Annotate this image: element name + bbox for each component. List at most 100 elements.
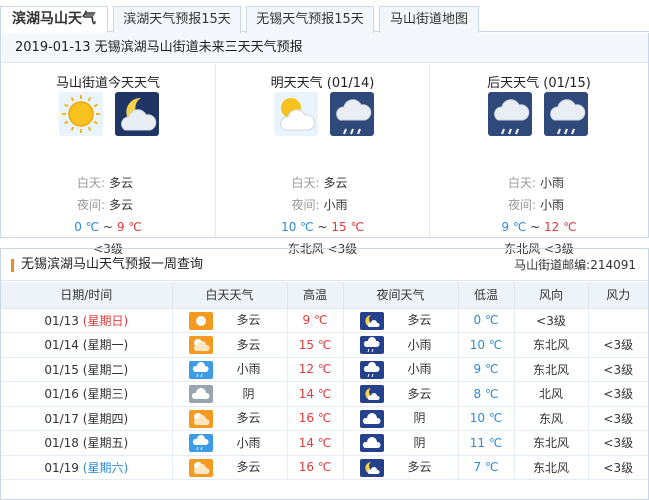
day-weather: 小雨 [540,176,565,190]
day-label: 白天: [291,176,320,190]
header-wind-dir: 风向 [514,282,589,309]
wind-direction: 东北风 [514,332,589,358]
rain-cloud-icon [488,92,532,136]
night-weather-cell: 多云 [343,308,459,333]
wind-direction: 东北风 [514,357,589,382]
date-cell: 01/18 (星期五) [1,430,173,456]
night-label: 夜间: [291,198,320,212]
accent-bar [11,259,14,272]
date-cell: 01/13 (星期日) [1,308,173,333]
header-night-weather: 夜间天气 [343,282,459,309]
high-temp: 15 ℃ [287,332,344,358]
day-weather-cell: 小雨 [172,357,288,382]
date-cell: 01/14 (星期一) [1,332,173,358]
night-weather: 阴 [413,435,426,450]
date: 01/15 [44,362,79,377]
day-weather: 阴 [242,386,255,401]
day-weather: 小雨 [236,362,261,376]
sun-cloud-icon [188,409,213,428]
header-low: 低温 [458,282,515,309]
night-weather: 小雨 [323,198,348,212]
day-weather-cell: 多云 [172,308,288,333]
wind-force: <3级 [588,357,648,382]
sun-cloud-icon [274,92,318,136]
temp-separator: ~ [530,220,541,234]
postcode-label: 马山街道邮编: [514,258,591,272]
header-date: 日期/时间 [1,282,173,309]
date: 01/18 [44,436,79,451]
wind-direction: 东风 [514,406,589,431]
low-temp: 0 ℃ [74,220,100,234]
wind-direction: 东北风 [514,455,589,480]
tab-binhu-15day[interactable]: 滨湖天气预报15天 [113,6,241,33]
night-weather-cell: 小雨 [343,332,459,358]
moon-cloud-icon [115,92,159,136]
rain-cloud-icon [188,434,213,452]
sun-icon [188,311,213,330]
table-row: 01/17 (星期四) 多云 16 ℃ 阴 10 ℃ 东风 <3级 [1,406,648,431]
date-cell: 01/17 (星期四) [1,406,173,431]
weekly-title: 无锡滨湖马山天气预报一周查询 [21,257,204,272]
three-day-forecast-panel: 2019-01-13 无锡滨湖马山街道未来三天天气预报 马山街道今天天气 白天:… [0,33,649,256]
high-temp: 9 ℃ [287,308,344,333]
date-cell: 01/15 (星期二) [1,357,173,382]
rain-cloud-icon [188,360,213,379]
tab-mashan-weather[interactable]: 滨湖马山天气 [0,6,108,34]
sun-icon [59,92,103,136]
weekly-title-bar: 无锡滨湖马山天气预报一周查询 马山街道邮编:214091 [1,249,648,281]
rain-cloud-icon [544,92,588,136]
low-temp: 10 ℃ [458,332,515,358]
tab-wuxi-15day[interactable]: 无锡天气预报15天 [246,6,374,33]
col-heading: 明天天气 (01/14) [270,76,375,91]
table-row: 01/19 (星期六) 多云 16 ℃ 多云 7 ℃ 东北风 <3级 [1,455,648,480]
night-weather: 多云 [407,386,432,401]
wind-direction: <3级 [514,308,589,333]
moon-cloud-icon [359,311,384,330]
wind-force: <3级 [588,455,648,480]
low-temp: 7 ℃ [458,455,515,480]
wind-force: <3级 [588,406,648,431]
day-weather-cell: 多云 [172,406,288,431]
col-heading: 后天天气 (01/15) [487,76,591,91]
table-row: 01/13 (星期日) 多云 9 ℃ 多云 0 ℃ <3级 [1,308,648,333]
table-row: 01/16 (星期三) 阴 14 ℃ 多云 8 ℃ 北风 <3级 [1,381,648,407]
night-weather-cell: 阴 [343,406,459,431]
day-weather-cell: 阴 [172,381,288,407]
weekday: (星期五) [82,436,129,451]
day-weather: 小雨 [236,435,261,450]
overcast-icon [359,434,384,452]
table-header: 日期/时间 白天天气 高温 夜间天气 低温 风向 风力 [1,282,648,309]
night-weather: 多云 [407,460,432,474]
high-temp: 12 ℃ [287,357,344,382]
weekday: (星期一) [82,338,129,353]
day-weather: 多云 [323,176,348,190]
night-weather: 多云 [407,313,432,327]
night-weather: 多云 [109,198,134,212]
day-weather-cell: 多云 [172,455,288,480]
header-day-weather: 白天天气 [172,282,288,309]
table-row: 01/15 (星期二) 小雨 12 ℃ 小雨 9 ℃ 东北风 <3级 [1,357,648,382]
high-temp: 9 ℃ [116,220,142,234]
date: 01/16 [44,387,79,402]
forecast-col-today: 马山街道今天天气 白天: 多云 夜间: 多云 0 ℃ ~ 9 ℃ <3级 [1,64,215,256]
date: 01/19 [44,460,79,475]
forecast-col-tomorrow: 明天天气 (01/14) 白天: 多云 夜间: 小雨 10 ℃ ~ 15 ℃ 东北风… [215,64,429,256]
tab-mashan-map[interactable]: 马山街道地图 [379,6,479,33]
day-weather: 多云 [236,313,261,327]
day-weather: 多云 [236,411,261,425]
date-cell: 01/16 (星期三) [1,381,173,407]
sun-cloud-icon [188,458,213,477]
night-weather: 小雨 [407,337,432,352]
low-temp: 9 ℃ [458,357,515,382]
wind-force: <3级 [588,332,648,358]
forecast-title: 2019-01-13 无锡滨湖马山街道未来三天天气预报 [1,33,648,63]
weekday: (星期六) [82,460,129,475]
weekday: (星期二) [82,362,129,377]
low-temp: 11 ℃ [458,430,515,456]
day-weather: 多云 [236,460,261,474]
overcast-icon [188,385,213,403]
high-temp: 15 ℃ [331,220,364,234]
wind-force [588,308,648,333]
night-weather-cell: 多云 [343,381,459,407]
high-temp: 16 ℃ [287,406,344,431]
